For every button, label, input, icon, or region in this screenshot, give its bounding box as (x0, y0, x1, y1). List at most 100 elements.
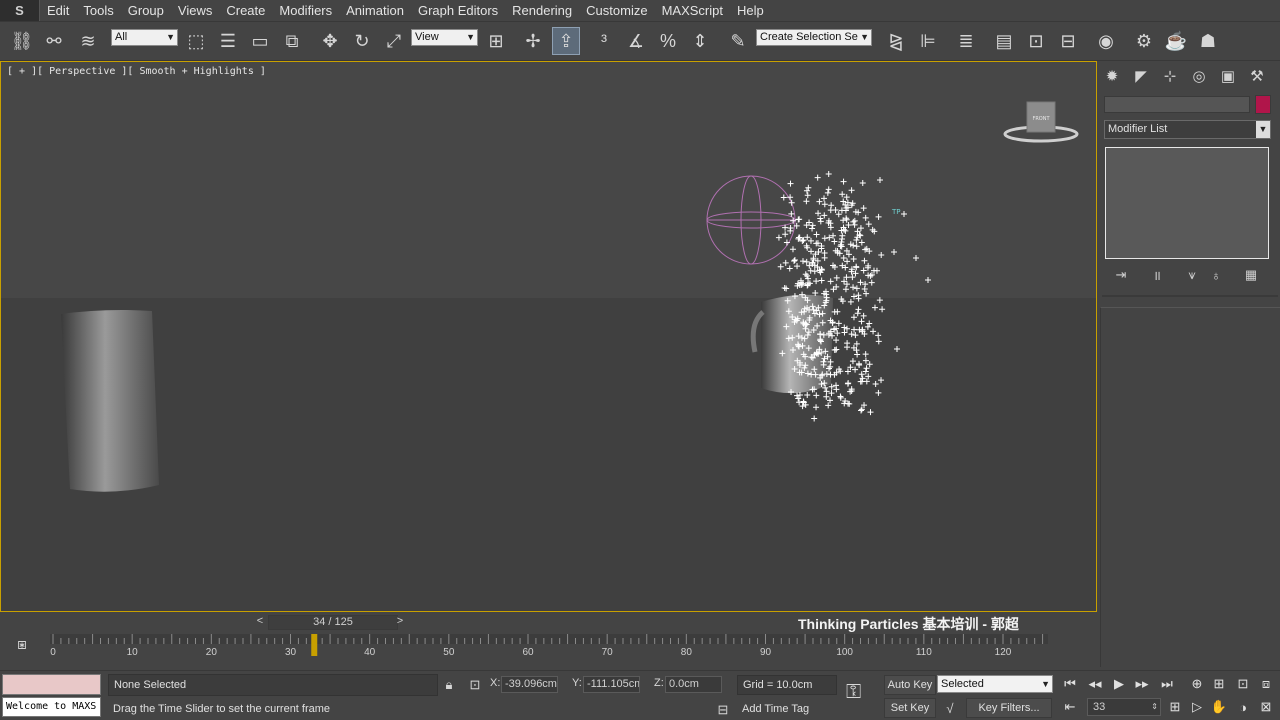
show-end-result-icon[interactable]: ॥ (1146, 265, 1168, 285)
select-and-link-icon[interactable]: ⛓ (8, 27, 36, 55)
default-in-out-tangent-icon[interactable]: ⚿ (846, 681, 878, 709)
menu-views[interactable]: Views (171, 0, 219, 21)
graphite-ribbon-icon[interactable]: ▤ (990, 27, 1018, 55)
layer-manager-icon[interactable]: ≣ (952, 27, 980, 55)
spinner-snap-icon[interactable]: ⇕ (686, 27, 714, 55)
particle (809, 222, 816, 229)
configure-modifier-sets-icon[interactable]: ▦ (1240, 265, 1262, 285)
window-crossing-icon[interactable]: ⧉ (278, 27, 306, 55)
make-unique-icon[interactable]: ⩛ (1181, 265, 1203, 285)
pan-view-icon[interactable]: ✋ (1208, 698, 1230, 716)
mirror-icon[interactable]: ⧎ (882, 27, 910, 55)
select-and-scale-icon[interactable]: ⤢ (380, 27, 408, 55)
select-by-name-icon[interactable]: ☰ (214, 27, 242, 55)
zoom-extents-icon[interactable]: ⊡ (1232, 675, 1254, 693)
pin-stack-icon[interactable]: ⇥ (1110, 265, 1132, 285)
angle-snap-icon[interactable]: ∡ (622, 27, 650, 55)
object-name-field[interactable] (1104, 96, 1250, 113)
key-filters-button[interactable]: Key Filters... (966, 698, 1052, 718)
render-setup-icon[interactable]: ⚙ (1130, 27, 1158, 55)
select-and-move-icon[interactable]: ✥ (316, 27, 344, 55)
reference-coordinate-dropdown[interactable]: View ▼ (411, 29, 478, 46)
menu-customize[interactable]: Customize (579, 0, 654, 21)
material-editor-icon[interactable]: ◉ (1092, 27, 1120, 55)
modify-tab-icon[interactable]: ◤ (1129, 65, 1153, 87)
previous-frame-icon[interactable]: ◂◂ (1084, 675, 1106, 693)
modifier-stack[interactable] (1105, 147, 1269, 259)
x-coordinate-field[interactable]: -39.096cm (501, 676, 558, 693)
remove-modifier-icon[interactable]: ♁ (1205, 265, 1227, 285)
select-and-rotate-icon[interactable]: ↻ (348, 27, 376, 55)
key-mode-dropdown[interactable]: Selected ▼ (937, 675, 1053, 693)
time-slider-thumb[interactable]: 34 / 125 (268, 615, 398, 630)
menu-rendering[interactable]: Rendering (505, 0, 579, 21)
snaps-toggle-icon[interactable]: ³ (590, 27, 618, 55)
time-slider-next-button[interactable]: > (393, 615, 407, 630)
edit-named-selection-icon[interactable]: ✎ (724, 27, 752, 55)
create-tab-icon[interactable]: ✹ (1100, 65, 1124, 87)
menu-animation[interactable]: Animation (339, 0, 411, 21)
hierarchy-tab-icon[interactable]: ⊹ (1158, 65, 1182, 87)
align-icon[interactable]: ⊫ (914, 27, 942, 55)
track-bar[interactable]: 0 10 20 30 40 50 60 70 80 90 100 110 120 ⧆ (0, 632, 1100, 670)
menu-maxscript[interactable]: MAXScript (655, 0, 730, 21)
schematic-view-icon[interactable]: ⊟ (1054, 27, 1082, 55)
object-color-swatch[interactable] (1255, 95, 1271, 114)
menu-edit[interactable]: Edit (40, 0, 76, 21)
render-production-icon[interactable]: ☗ (1194, 27, 1222, 55)
y-coordinate-field[interactable]: -111.105cm (583, 676, 640, 693)
next-frame-icon[interactable]: ▸▸ (1131, 675, 1153, 693)
curve-editor-icon[interactable]: ⊡ (1022, 27, 1050, 55)
modifier-list-dropdown[interactable]: Modifier List ▼ (1104, 120, 1271, 139)
maximize-viewport-icon[interactable]: ⊠ (1255, 698, 1277, 716)
selection-filter-dropdown[interactable]: All ▼ (111, 29, 178, 46)
zoom-all-icon[interactable]: ⊞ (1208, 675, 1230, 693)
field-of-view-icon[interactable]: ▷ (1186, 698, 1208, 716)
viewcube-icon[interactable]: FRONT (1003, 100, 1081, 148)
unlink-selection-icon[interactable]: ⚯ (40, 27, 68, 55)
pivot-center-icon[interactable]: ⊞ (482, 27, 510, 55)
go-to-start-icon[interactable]: ⏮ (1059, 675, 1081, 693)
add-time-tag-button[interactable]: Add Time Tag (737, 699, 837, 719)
time-configuration-icon[interactable]: ⊞ (1164, 698, 1186, 716)
set-key-button[interactable]: Set Key (884, 698, 936, 718)
rendered-frame-window-icon[interactable]: ☕ (1162, 27, 1190, 55)
key-mode-toggle-icon[interactable]: ⇤ (1059, 698, 1081, 716)
rectangular-selection-icon[interactable]: ▭ (246, 27, 274, 55)
select-manipulate-icon[interactable]: ✢ (519, 27, 547, 55)
maxscript-output[interactable]: Welcome to MAXS (2, 697, 101, 717)
menu-group[interactable]: Group (121, 0, 171, 21)
spinner-icon[interactable]: ⇕ (1151, 699, 1158, 715)
menu-modifiers[interactable]: Modifiers (272, 0, 339, 21)
perspective-viewport[interactable]: TP [ + ][ Perspective ][ Smooth + Highli… (0, 61, 1097, 612)
absolute-mode-transform-icon[interactable]: ⊡ (466, 676, 484, 693)
bind-to-space-warp-icon[interactable]: ≋ (74, 27, 102, 55)
current-frame-field[interactable]: 33 ⇕ (1087, 698, 1161, 716)
menu-create[interactable]: Create (219, 0, 272, 21)
display-tab-icon[interactable]: ▣ (1216, 65, 1240, 87)
time-tag-icon[interactable]: ⊟ (714, 701, 732, 718)
named-selection-sets-dropdown[interactable]: Create Selection Se ▼ (756, 29, 872, 46)
viewport-label[interactable]: [ + ][ Perspective ][ Smooth + Highlight… (7, 66, 266, 77)
z-coordinate-field[interactable]: 0.0cm (665, 676, 722, 693)
zoom-extents-all-icon[interactable]: ⧈ (1255, 675, 1277, 693)
menu-tools[interactable]: Tools (76, 0, 120, 21)
app-logo[interactable]: S (0, 0, 40, 21)
open-mini-curve-editor-icon[interactable]: ⧆ (12, 636, 32, 654)
menu-graph-editors[interactable]: Graph Editors (411, 0, 505, 21)
play-animation-icon[interactable]: ▶ (1108, 675, 1130, 693)
motion-tab-icon[interactable]: ◎ (1187, 65, 1211, 87)
time-slider-prev-button[interactable]: < (253, 615, 267, 630)
orbit-icon[interactable]: ◑ (1232, 698, 1254, 716)
zoom-icon[interactable]: ⊕ (1186, 675, 1208, 693)
go-to-end-icon[interactable]: ⏭ (1156, 675, 1178, 693)
keyboard-shortcut-override-icon[interactable]: ⇪ (552, 27, 580, 55)
select-object-icon[interactable]: ⬚ (182, 27, 210, 55)
set-keys-icon[interactable]: √ (940, 699, 960, 717)
maxscript-listener-input[interactable] (2, 674, 101, 695)
auto-key-button[interactable]: Auto Key (884, 675, 936, 695)
lock-selection-icon[interactable]: 🔒︎ (441, 676, 457, 693)
percent-snap-icon[interactable]: % (654, 27, 682, 55)
utilities-tab-icon[interactable]: ⚒ (1245, 65, 1269, 87)
menu-help[interactable]: Help (730, 0, 771, 21)
